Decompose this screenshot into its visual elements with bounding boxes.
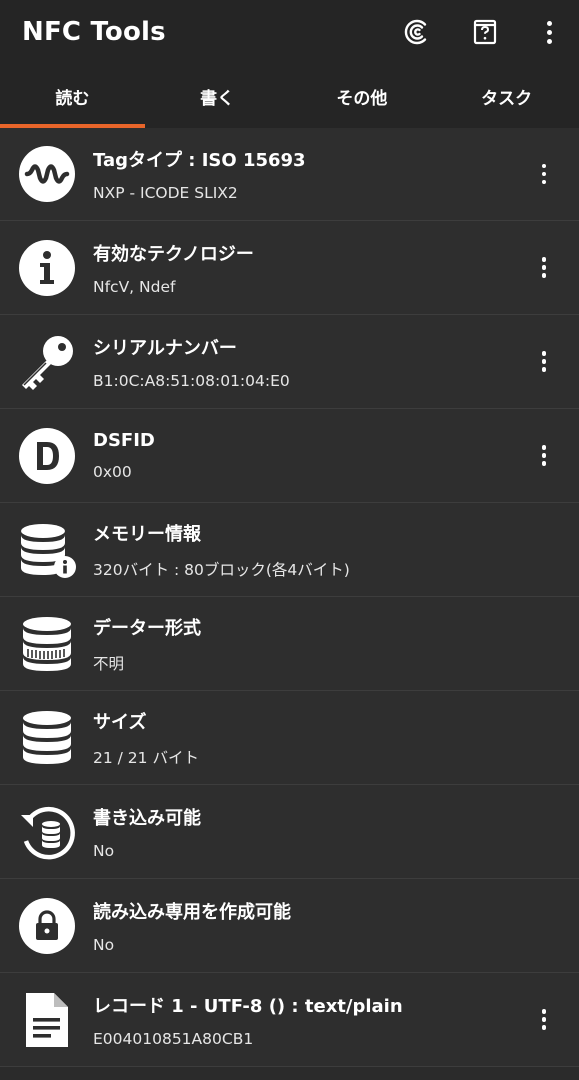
row-title: シリアルナンバー (93, 337, 237, 359)
help-button[interactable] (451, 0, 519, 64)
more-vert-icon (546, 20, 552, 44)
info-icon (18, 239, 76, 297)
more-vert-icon (541, 445, 547, 466)
database-info-icon (18, 521, 76, 579)
d-letter-icon (18, 427, 76, 485)
row-title: 書き込み可能 (93, 807, 201, 829)
row-title: データー形式 (93, 617, 201, 639)
tab-read[interactable]: 読む (0, 64, 145, 128)
row-subtitle: NfcV, Ndef (93, 277, 176, 296)
row-menu-button[interactable] (509, 221, 579, 314)
list-item-record-1[interactable]: レコード 1 - UTF-8 () : text/plain E00401085… (0, 973, 579, 1067)
row-menu-button[interactable] (509, 315, 579, 408)
tab-write[interactable]: 書く (145, 64, 290, 128)
list-item-dsfid[interactable]: DSFID 0x00 (0, 409, 579, 503)
row-subtitle: 21 / 21 バイト (93, 748, 199, 767)
database-restore-icon (18, 803, 76, 861)
more-vert-icon (541, 257, 547, 278)
row-subtitle: 320バイト : 80ブロック(各4バイト) (93, 560, 350, 579)
row-title: レコード 1 - UTF-8 () : text/plain (93, 995, 403, 1017)
more-vert-icon (541, 351, 547, 372)
row-subtitle: E004010851A80CB1 (93, 1029, 254, 1048)
more-vert-icon (541, 1009, 547, 1030)
nfc-c-icon (404, 19, 427, 45)
row-subtitle: No (93, 935, 115, 954)
tag-info-list: Tagタイプ : ISO 15693 NXP - ICODE SLIX2 有効な… (0, 128, 579, 1067)
lock-icon (18, 897, 76, 955)
row-subtitle: 0x00 (93, 463, 132, 481)
list-item-data-format[interactable]: データー形式 不明 (0, 597, 579, 691)
list-item-memory-info[interactable]: メモリー情報 320バイト : 80ブロック(各4バイト) (0, 503, 579, 597)
app-bar: NFC Tools (0, 0, 579, 64)
help-book-icon (473, 19, 497, 45)
toolbar-actions (383, 0, 579, 64)
row-subtitle: NXP - ICODE SLIX2 (93, 184, 238, 202)
row-menu-button[interactable] (509, 409, 579, 502)
list-item-serial-number[interactable]: シリアルナンバー B1:0C:A8:51:08:01:04:E0 (0, 315, 579, 409)
document-icon (18, 991, 76, 1049)
row-title: 読み込み専用を作成可能 (93, 901, 291, 923)
tab-bar: 読む 書く その他 タスク (0, 64, 579, 128)
overflow-menu-button[interactable] (519, 0, 579, 64)
list-item-tag-type[interactable]: Tagタイプ : ISO 15693 NXP - ICODE SLIX2 (0, 128, 579, 221)
wave-icon (18, 145, 76, 203)
row-menu-button[interactable] (509, 128, 579, 221)
tab-other[interactable]: その他 (290, 64, 435, 128)
row-subtitle: No (93, 841, 115, 860)
more-vert-icon (541, 163, 547, 185)
row-menu-button[interactable] (509, 973, 579, 1066)
list-item-technologies[interactable]: 有効なテクノロジー NfcV, Ndef (0, 221, 579, 315)
key-icon (18, 333, 76, 391)
tab-tasks[interactable]: タスク (434, 64, 579, 128)
database-format-icon (18, 615, 76, 673)
row-title: 有効なテクノロジー (93, 243, 254, 265)
list-item-size[interactable]: サイズ 21 / 21 バイト (0, 691, 579, 785)
row-subtitle: 不明 (93, 654, 125, 673)
list-item-writable[interactable]: 書き込み可能 No (0, 785, 579, 879)
row-title: メモリー情報 (93, 523, 201, 545)
row-title: サイズ (93, 711, 147, 733)
database-icon (18, 709, 76, 767)
list-item-can-make-read-only[interactable]: 読み込み専用を作成可能 No (0, 879, 579, 973)
nfc-c-button[interactable] (383, 0, 451, 64)
app-title: NFC Tools (22, 17, 166, 47)
row-subtitle: B1:0C:A8:51:08:01:04:E0 (93, 371, 290, 390)
row-title: Tagタイプ : ISO 15693 (93, 150, 306, 171)
row-title: DSFID (93, 430, 155, 451)
